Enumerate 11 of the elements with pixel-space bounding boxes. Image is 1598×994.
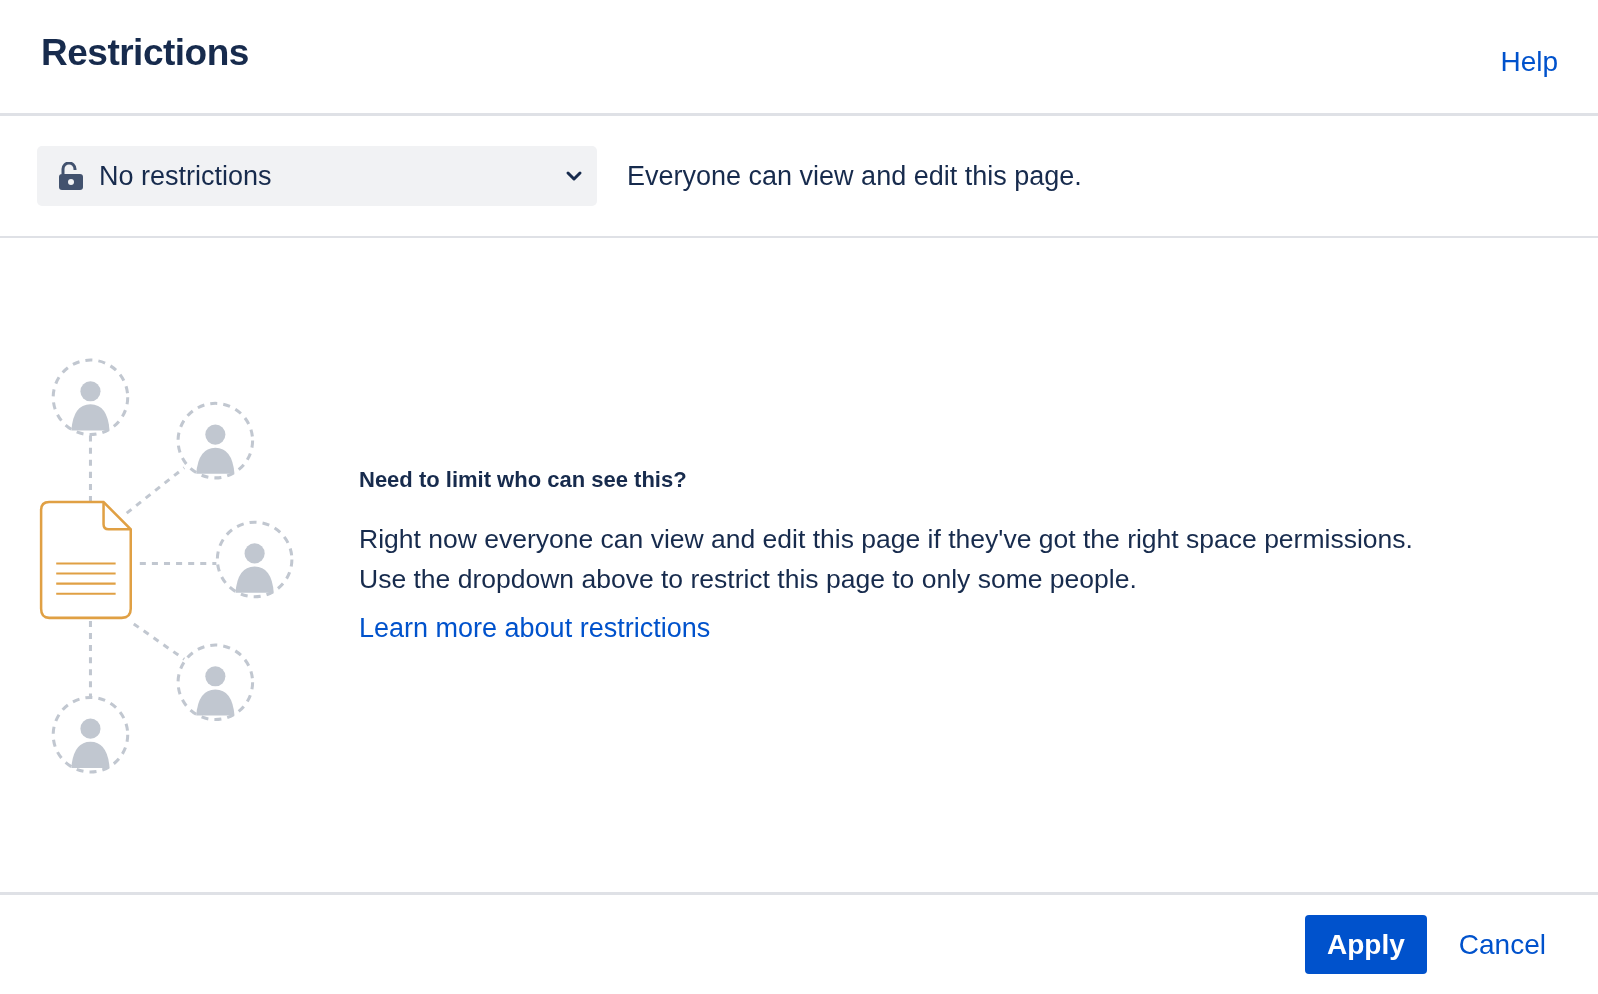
help-link[interactable]: Help <box>1500 45 1558 78</box>
restriction-dropdown[interactable]: No restrictions <box>37 146 597 206</box>
info-text: Right now everyone can view and edit this page if they've got the right space permissions. Use the dropdown above to restrict this page to only some people. <box>359 522 1414 596</box>
info-heading: Need to limit who can see this? <box>359 466 688 493</box>
dialog-title: Restrictions <box>41 31 249 74</box>
apply-button[interactable]: Apply <box>1305 915 1427 974</box>
unlocked-padlock-icon <box>59 162 83 190</box>
restriction-description: Everyone can view and edit this page. <box>627 160 1082 192</box>
chevron-down-icon <box>565 170 583 182</box>
learn-more-link[interactable]: Learn more about restrictions <box>359 612 711 644</box>
cancel-button[interactable]: Cancel <box>1436 915 1568 974</box>
